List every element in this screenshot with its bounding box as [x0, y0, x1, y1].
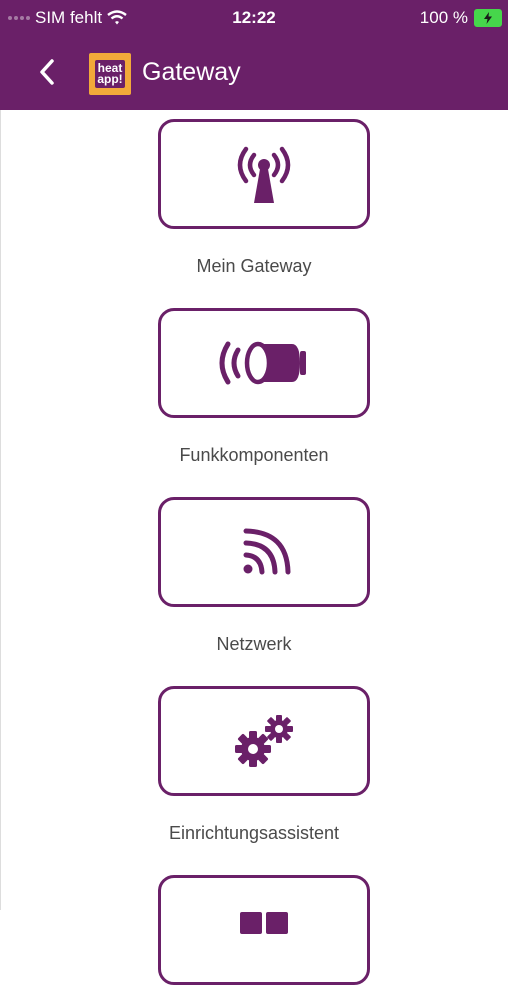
status-bar: SIM fehlt 12:22 100 %	[0, 0, 508, 36]
tile-netzwerk[interactable]	[158, 497, 370, 607]
tile-einrichtungsassistent[interactable]	[158, 686, 370, 796]
logo-text-bottom: app!	[97, 72, 123, 86]
charging-bolt-icon	[484, 12, 492, 24]
battery-icon	[474, 9, 502, 27]
radio-valve-icon	[219, 341, 306, 385]
back-button[interactable]	[34, 54, 64, 90]
tile-label-mein-gateway: Mein Gateway	[196, 256, 312, 276]
tile-mein-gateway[interactable]	[158, 119, 370, 229]
heatapp-logo: heat app!	[89, 53, 131, 95]
tile-funkkomponenten[interactable]	[158, 308, 370, 418]
tile-label-netzwerk: Netzwerk	[216, 634, 292, 654]
network-signal-icon	[243, 528, 291, 575]
grid-icon	[240, 912, 288, 934]
battery-percent: 100 %	[419, 8, 468, 27]
tile-partial[interactable]	[158, 875, 370, 985]
app-header: heat app! Gateway	[0, 36, 508, 110]
status-right: 100 %	[420, 8, 502, 28]
chevron-left-icon	[40, 59, 54, 85]
gears-icon	[235, 715, 293, 767]
page-title: Gateway	[142, 58, 241, 86]
antenna-icon	[237, 146, 291, 203]
tile-label-einrichtungsassistent: Einrichtungsassistent	[168, 823, 340, 843]
tile-label-funkkomponenten: Funkkomponenten	[179, 445, 329, 465]
logo-mark: heat app!	[95, 60, 125, 88]
menu-list: Mein Gateway Funkkomponenten Netzwerk Ei…	[0, 110, 508, 985]
